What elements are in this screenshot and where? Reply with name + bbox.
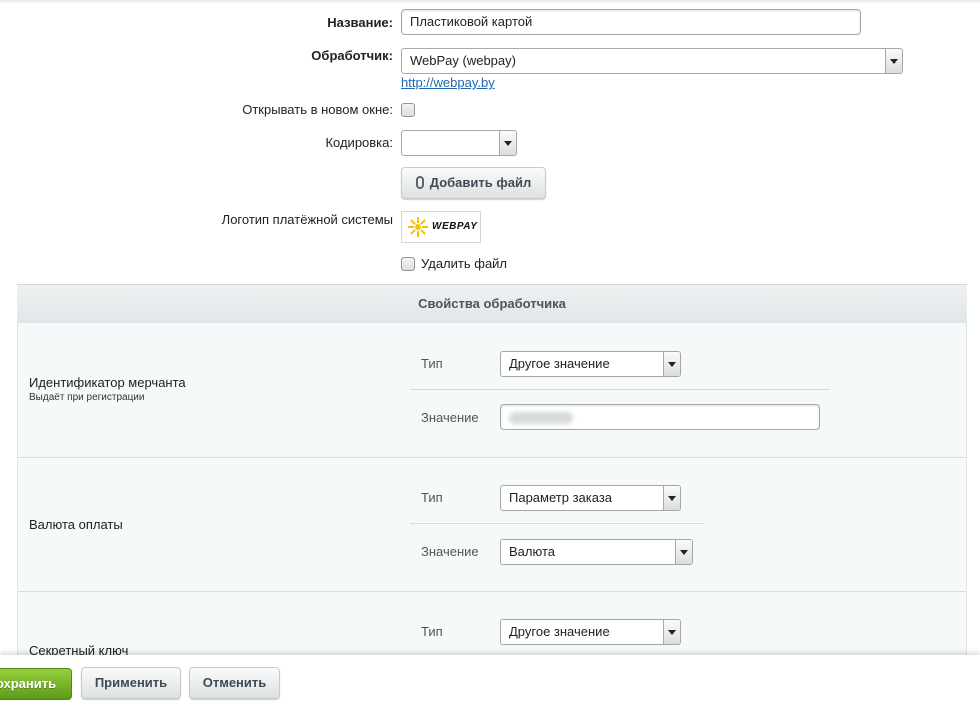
merchant-id-input[interactable] (500, 404, 820, 430)
handler-select-value: WebPay (webpay) (410, 53, 516, 68)
chevron-down-icon[interactable] (663, 486, 680, 510)
chevron-down-icon[interactable] (663, 352, 680, 376)
type-label: Тип (421, 356, 443, 371)
value-label: Значение (421, 544, 479, 559)
type-select[interactable]: Другое значение (500, 351, 681, 377)
chevron-down-icon[interactable] (663, 620, 680, 644)
redacted-value (509, 411, 573, 424)
type-select-value: Параметр заказа (509, 490, 613, 505)
property-section-secret-key: Секретный ключ Тип Другое значение (17, 592, 967, 662)
add-file-button[interactable]: Добавить файл (401, 167, 546, 199)
handler-link[interactable]: http://webpay.by (401, 75, 495, 90)
section-title: Идентификатор мерчанта (29, 375, 186, 390)
chevron-down-icon[interactable] (885, 49, 902, 73)
webpay-star-icon (408, 217, 428, 237)
encoding-label: Кодировка: (325, 135, 393, 150)
type-select-value: Другое значение (509, 624, 610, 639)
section-title: Валюта оплаты (29, 517, 123, 532)
new-window-checkbox[interactable] (401, 103, 415, 117)
paperclip-icon (415, 176, 424, 189)
section-hint: Выдаёт при регистрации (29, 392, 145, 403)
footer-bar: охранить Применить Отменить (0, 655, 980, 706)
webpay-logo: WEBPAY (401, 211, 481, 243)
value-select-value: Валюта (509, 544, 555, 559)
type-select-value: Другое значение (509, 356, 610, 371)
webpay-logo-text: WEBPAY (432, 221, 478, 232)
handler-label: Обработчик: (311, 48, 393, 63)
new-window-label: Открывать в новом окне: (242, 102, 393, 117)
type-label: Тип (421, 624, 443, 639)
name-label: Название: (327, 15, 393, 30)
chevron-down-icon[interactable] (675, 540, 692, 564)
encoding-select[interactable] (401, 130, 517, 156)
divider (410, 389, 830, 390)
property-section-currency: Валюта оплаты Тип Параметр заказа Значен… (17, 458, 967, 592)
delete-file-checkbox[interactable] (401, 257, 415, 271)
properties-header: Свойства обработчика (17, 284, 967, 324)
top-border (0, 0, 980, 4)
type-select[interactable]: Параметр заказа (500, 485, 681, 511)
value-label: Значение (421, 410, 479, 425)
name-input[interactable]: Пластиковой картой (401, 9, 861, 35)
delete-file-label: Удалить файл (421, 256, 508, 271)
type-select[interactable]: Другое значение (500, 619, 681, 645)
type-label: Тип (421, 490, 443, 505)
handler-select[interactable]: WebPay (webpay) (401, 48, 903, 74)
cancel-button[interactable]: Отменить (189, 667, 280, 699)
value-select[interactable]: Валюта (500, 539, 693, 565)
property-section-merchant-id: Идентификатор мерчанта Выдаёт при регист… (17, 323, 967, 458)
chevron-down-icon[interactable] (499, 131, 516, 155)
save-button[interactable]: охранить (0, 668, 72, 700)
apply-button[interactable]: Применить (81, 667, 181, 699)
add-file-button-label: Добавить файл (429, 175, 532, 190)
divider (410, 523, 704, 524)
logo-label: Логотип платёжной системы (221, 212, 393, 227)
